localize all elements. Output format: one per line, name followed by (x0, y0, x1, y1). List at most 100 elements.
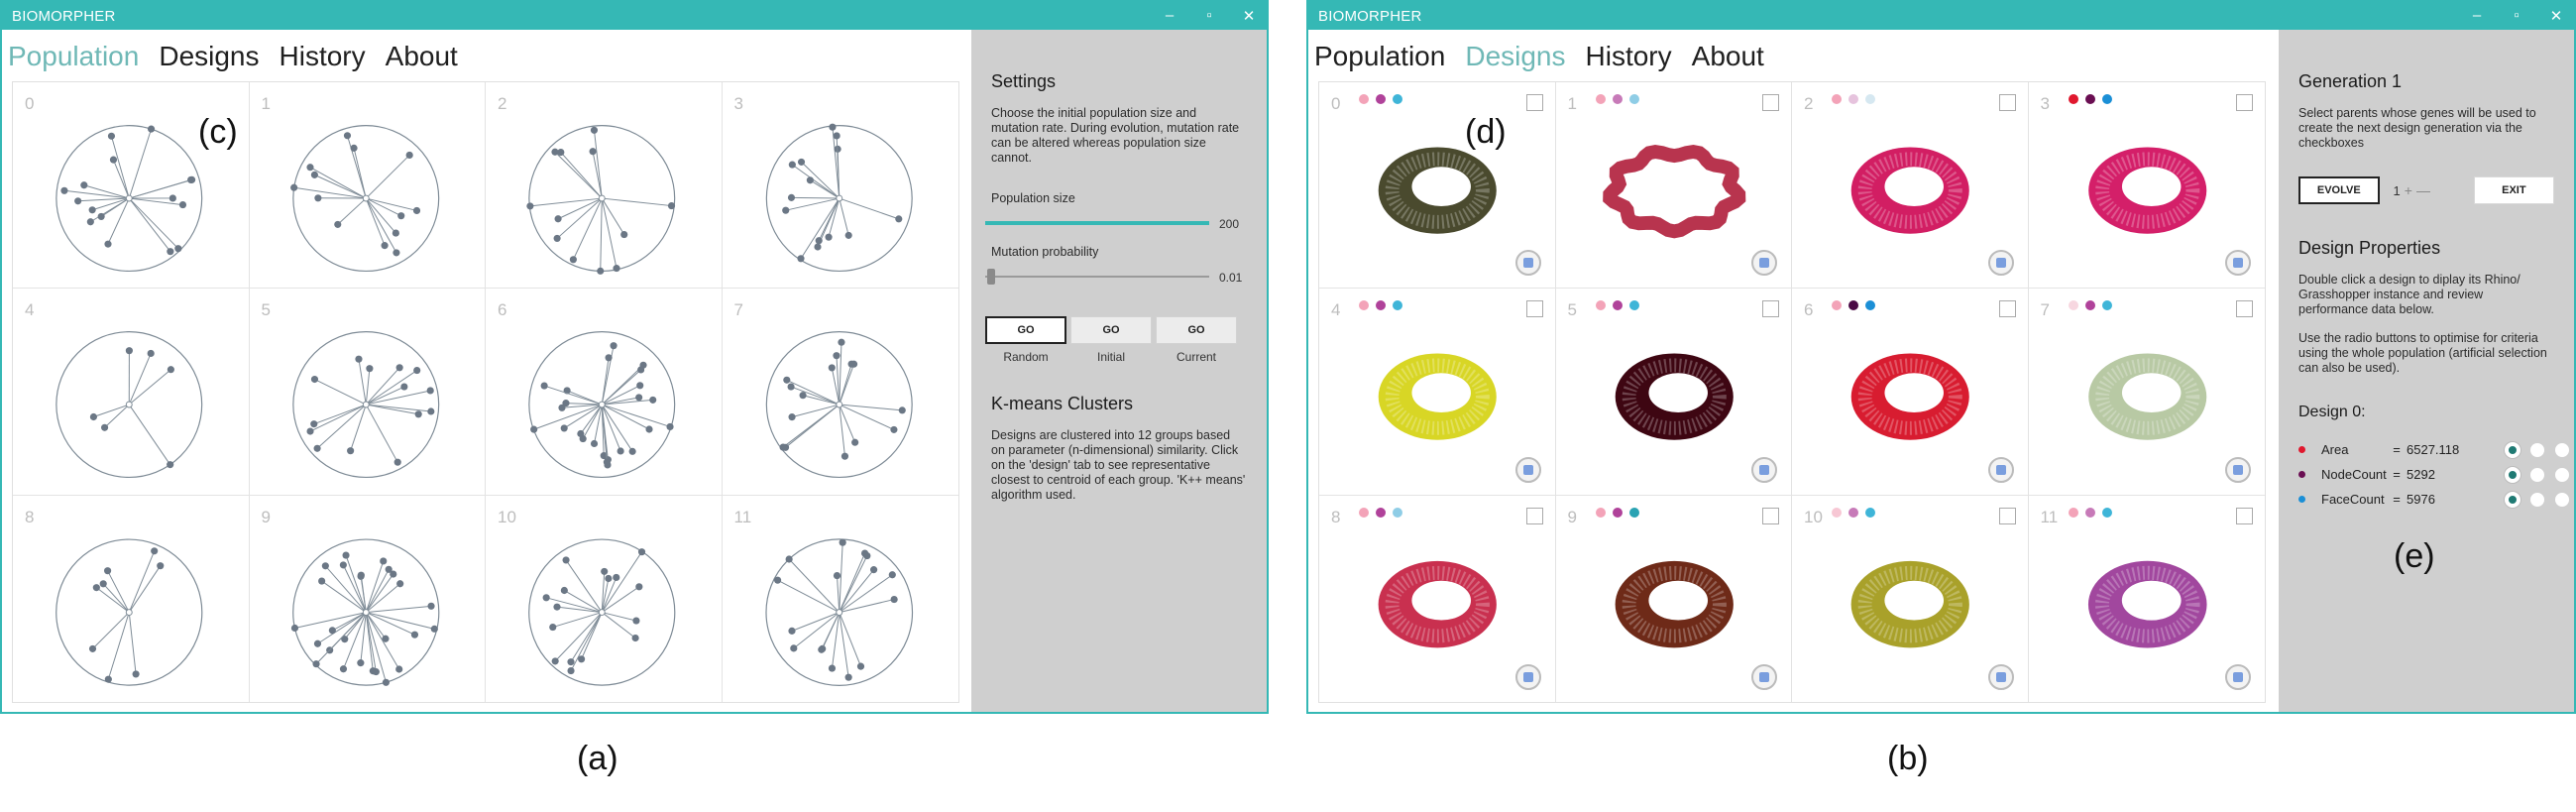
biomorph-node (562, 555, 570, 564)
optimise-radio[interactable] (2529, 466, 2545, 483)
biomorph-node (393, 458, 401, 467)
design-cell[interactable]: 6 (1792, 289, 2029, 496)
biomorph-node (889, 426, 898, 434)
menu-designs[interactable]: Designs (159, 41, 259, 72)
design-cell[interactable]: 4 (1319, 289, 1556, 496)
metrics-list: Area = 6527.118 NodeCount = 5292 FaceCount = 597… (2298, 437, 2570, 512)
rhino-preview-icon[interactable] (1514, 250, 1541, 277)
menu-population[interactable]: Population (8, 41, 139, 72)
population-cell[interactable]: 10 (486, 495, 723, 702)
design-cell[interactable]: 7 (2028, 289, 2265, 496)
biomorph-node (357, 571, 365, 579)
go-initial-button[interactable]: GO (1070, 316, 1152, 344)
exit-button[interactable]: EXIT (2473, 176, 2554, 204)
optimise-radio[interactable] (2505, 441, 2520, 458)
design-cell[interactable]: 10 (1792, 495, 2029, 702)
population-size-slider-block: Population size 200 (985, 191, 1247, 233)
optimise-radio-group (2505, 491, 2570, 508)
plus-icon[interactable]: + (2405, 182, 2412, 198)
rhino-preview-icon[interactable] (1987, 663, 2014, 690)
optimise-radio[interactable] (2505, 466, 2520, 483)
population-cell[interactable]: 3 (722, 82, 958, 290)
optimise-radio[interactable] (2505, 491, 2520, 508)
population-cell[interactable]: 1 (249, 82, 486, 290)
optimise-radio[interactable] (2529, 441, 2545, 458)
biomorph-node (590, 440, 599, 448)
biomorph-node (430, 625, 438, 633)
menu-history[interactable]: History (280, 41, 366, 72)
rhino-preview-icon[interactable] (1751, 456, 1777, 483)
menu-about[interactable]: About (386, 41, 458, 72)
minus-icon[interactable]: — (2416, 182, 2430, 198)
biomorph-node (597, 267, 605, 275)
biomorph-node (382, 678, 390, 686)
biomorph-node (649, 397, 657, 405)
population-cell[interactable]: 11 (722, 495, 958, 702)
mutation-probability-slider[interactable]: 0.01 (985, 267, 1247, 287)
biomorph-branch (582, 405, 603, 440)
biomorph-node (613, 573, 620, 581)
biomorph-branch (336, 197, 367, 225)
rhino-preview-icon[interactable] (1751, 663, 1777, 690)
close-icon[interactable]: ✕ (2548, 7, 2564, 25)
go-random-button[interactable]: GO (985, 316, 1066, 344)
design-cell[interactable]: 11 (2028, 495, 2265, 702)
biomorph-node (560, 424, 568, 432)
go-buttons: GO Random GO Initial GO Current (985, 316, 1247, 364)
close-icon[interactable]: ✕ (1241, 7, 1257, 25)
design-cell[interactable]: 9 (1555, 495, 1792, 702)
population-cell[interactable]: 5 (249, 289, 486, 496)
rhino-preview-icon[interactable] (2225, 663, 2251, 690)
biomorph-branch (365, 197, 386, 246)
rhino-preview-icon[interactable] (1987, 250, 2014, 277)
biomorph-node (405, 151, 413, 160)
minimize-icon[interactable]: – (2469, 7, 2485, 25)
biomorph-node (379, 557, 387, 565)
rhino-preview-icon[interactable] (1514, 456, 1541, 483)
biomorph-node (796, 255, 805, 263)
optimise-radio[interactable] (2554, 441, 2570, 458)
design-cell[interactable]: 8 (1319, 495, 1556, 702)
biomorph-node (365, 365, 373, 373)
maximize-icon[interactable]: ▫ (2509, 7, 2524, 25)
menu-population[interactable]: Population (1314, 41, 1445, 72)
menu-about[interactable]: About (1692, 41, 1764, 72)
metric-row: Area = 6527.118 (2298, 437, 2570, 462)
optimise-radio[interactable] (2529, 491, 2545, 508)
population-cell[interactable]: 2 (486, 82, 723, 290)
biomorph-node (888, 570, 896, 578)
biomorph-node (560, 586, 568, 594)
population-cell[interactable]: 7 (722, 289, 958, 496)
design-cell[interactable]: 5 (1555, 289, 1792, 496)
biomorph-node (305, 427, 314, 435)
optimise-radio[interactable] (2554, 491, 2570, 508)
design-cell[interactable]: 2 (1792, 82, 2029, 290)
biomorph-branch (570, 612, 603, 671)
biomorph-node (781, 206, 789, 214)
design-cell[interactable]: 3 (2028, 82, 2265, 290)
menu-history[interactable]: History (1586, 41, 1672, 72)
population-size-slider[interactable]: 200 (985, 213, 1247, 233)
rhino-preview-icon[interactable] (2225, 456, 2251, 483)
menu-designs[interactable]: Designs (1465, 41, 1565, 72)
biomorph-node (372, 667, 380, 675)
population-cell[interactable]: 4 (13, 289, 250, 496)
slider-thumb[interactable] (987, 269, 996, 285)
biomorph-node (828, 364, 836, 372)
rhino-preview-icon[interactable] (1514, 663, 1541, 690)
design-cell[interactable]: 0 (1319, 82, 1556, 290)
design-cell[interactable]: 1 (1555, 82, 1792, 290)
go-current-button[interactable]: GO (1156, 316, 1237, 344)
biomorph-branch (838, 197, 849, 236)
rhino-preview-icon[interactable] (1987, 456, 2014, 483)
minimize-icon[interactable]: – (1162, 7, 1177, 25)
population-cell[interactable]: 9 (249, 495, 486, 702)
maximize-icon[interactable]: ▫ (1201, 7, 1217, 25)
main-menu: Population Designs History About (1308, 30, 2279, 77)
biomorph-branch (792, 611, 840, 648)
population-cell[interactable]: 6 (486, 289, 723, 496)
evolve-button[interactable]: EVOLVE (2298, 176, 2380, 204)
optimise-radio[interactable] (2554, 466, 2570, 483)
biomorph-node (310, 376, 318, 384)
population-cell[interactable]: 8 (13, 495, 250, 702)
